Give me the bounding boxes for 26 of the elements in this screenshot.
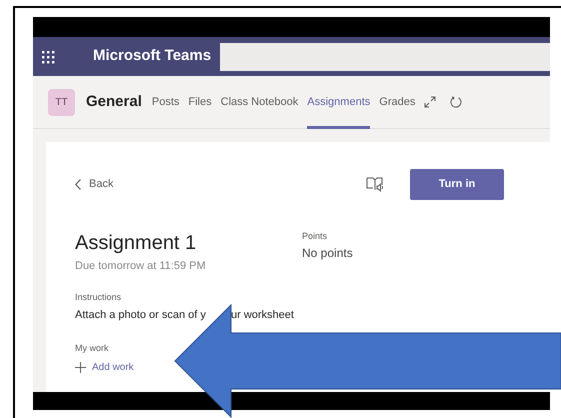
channel-name: General (86, 92, 142, 112)
points-label: Points (302, 230, 328, 243)
expand-icon[interactable] (424, 96, 436, 108)
turn-in-button[interactable]: Turn in (410, 168, 504, 200)
refresh-icon[interactable] (450, 96, 462, 108)
plus-icon (75, 362, 86, 373)
app-title: Microsoft Teams (93, 46, 212, 66)
channel-tab[interactable]: Assignments (307, 76, 370, 128)
points-value: No points (302, 244, 353, 262)
channel-tab[interactable]: Files (188, 76, 212, 128)
instructions-label: Instructions (75, 290, 122, 304)
add-work-button[interactable]: Add work (75, 360, 134, 375)
instructions-text: Attach a photo or scan of y (75, 308, 207, 323)
back-link[interactable]: Back (75, 176, 114, 192)
my-work-label: My work (75, 342, 110, 355)
chevron-left-icon (75, 178, 81, 190)
instructions-text: ur worksheet (231, 308, 294, 323)
assignment-title: Assignment 1 (75, 231, 198, 256)
team-avatar: TT (48, 88, 75, 116)
search-field[interactable] (220, 42, 550, 70)
app-launcher-icon[interactable] (41, 50, 55, 64)
immersive-reader-icon[interactable] (366, 176, 384, 192)
channel-tab[interactable]: Posts (152, 76, 180, 128)
channel-tab[interactable]: Grades (379, 76, 416, 128)
due-date: Due tomorrow at 11:59 PM (75, 259, 207, 274)
channel-tab[interactable]: Class Notebook (220, 76, 298, 128)
